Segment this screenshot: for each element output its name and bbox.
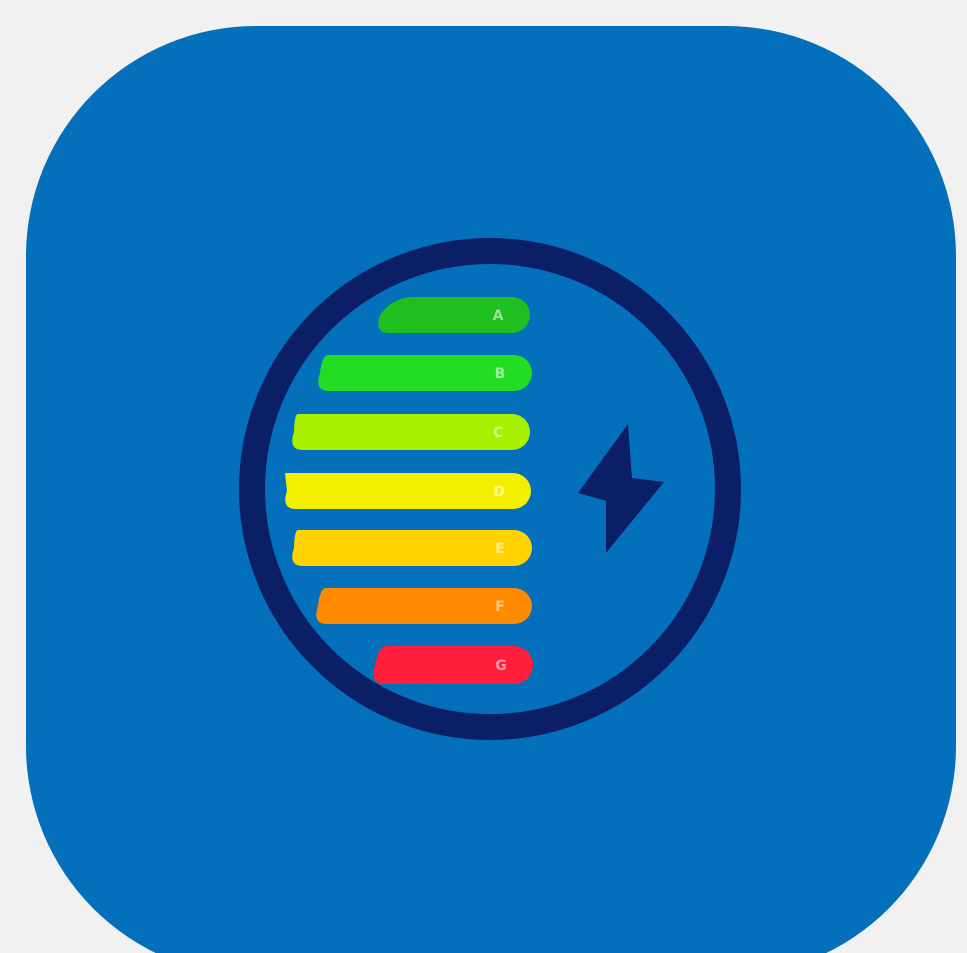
rating-bar-c: C <box>292 414 530 450</box>
lightning-bolt-icon <box>578 424 664 553</box>
rating-bar-e: E <box>292 530 532 566</box>
rating-bar-shape <box>373 646 533 684</box>
rating-bar-shape <box>378 297 530 333</box>
rating-bar-grade-label: B <box>495 366 506 382</box>
rating-bar-d: D <box>285 473 531 509</box>
rating-bar-g: G <box>373 646 533 684</box>
rating-bars-group: A B C D E F G <box>285 297 533 684</box>
rating-bar-grade-label: G <box>495 658 507 674</box>
rating-bar-b: B <box>318 355 532 391</box>
rating-bar-grade-label: A <box>493 308 504 324</box>
rating-bar-grade-label: F <box>495 599 505 615</box>
energy-rating-badge: A B C D E F G <box>239 238 741 740</box>
rating-bar-a: A <box>378 297 530 333</box>
rating-bar-f: F <box>316 588 532 624</box>
app-icon-canvas: A B C D E F G <box>0 0 967 953</box>
rating-bar-grade-label: D <box>493 484 505 500</box>
rating-bar-grade-label: E <box>495 541 505 557</box>
rating-bar-grade-label: C <box>493 425 503 441</box>
